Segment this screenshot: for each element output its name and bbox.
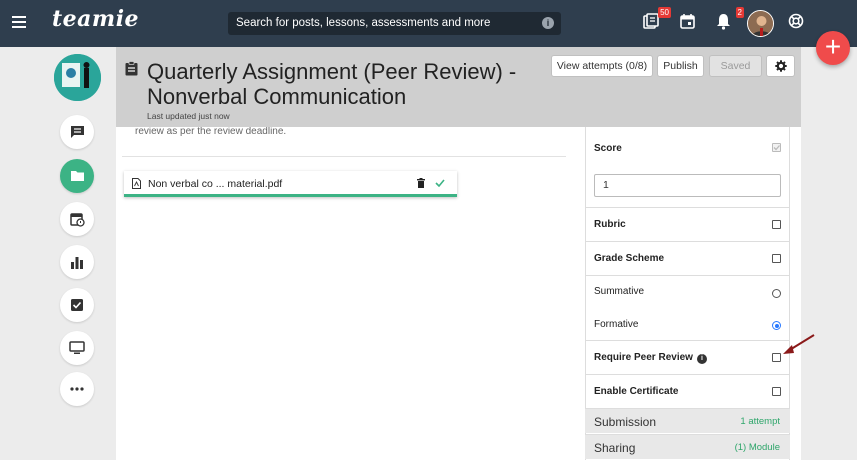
- rail-tasks-button[interactable]: [60, 288, 94, 322]
- more-icon: [70, 387, 84, 391]
- trash-icon[interactable]: [417, 178, 425, 188]
- sharing-section[interactable]: Sharing (1) Module: [585, 434, 790, 459]
- monitor-icon: [69, 341, 85, 354]
- schedule-icon: [69, 212, 85, 227]
- rubric-setting: Rubric: [585, 207, 790, 241]
- certificate-checkbox[interactable]: [772, 387, 781, 396]
- rail-materials-button[interactable]: [60, 159, 94, 193]
- grade-type-setting: Summative Formative: [585, 275, 790, 341]
- settings-button[interactable]: [766, 55, 795, 77]
- rail-analytics-button[interactable]: [60, 245, 94, 279]
- bell-icon[interactable]: 2: [716, 7, 744, 33]
- score-input[interactable]: 1: [594, 174, 781, 197]
- formative-radio[interactable]: [772, 321, 781, 330]
- rail-classroom-button[interactable]: [60, 331, 94, 365]
- search-placeholder: Search for posts, lessons, assessments a…: [236, 17, 491, 29]
- page-title: Quarterly Assignment (Peer Review) - Non…: [147, 59, 517, 109]
- info-icon[interactable]: i: [696, 354, 707, 364]
- assessment-description: review as per the review deadline.: [135, 126, 287, 137]
- check-icon: [435, 179, 445, 187]
- rail-more-button[interactable]: [60, 372, 94, 406]
- top-navigation-bar: teamie Search for posts, lessons, assess…: [0, 0, 857, 47]
- gear-icon: [774, 60, 787, 72]
- rubric-label: Rubric: [594, 219, 626, 230]
- info-icon[interactable]: i: [542, 17, 554, 29]
- summative-radio[interactable]: [772, 289, 781, 298]
- certificate-setting: Enable Certificate: [585, 374, 790, 408]
- attachment-card[interactable]: Non verbal co ... material.pdf: [124, 171, 457, 197]
- grade-scheme-setting: Grade Scheme: [585, 241, 790, 275]
- course-avatar[interactable]: [54, 54, 101, 101]
- certificate-label: Enable Certificate: [594, 386, 679, 397]
- last-updated-text: Last updated just now: [147, 111, 230, 121]
- assignment-icon: [125, 61, 138, 76]
- score-setting: Score: [585, 130, 790, 210]
- posts-badge: 50: [658, 7, 671, 18]
- view-attempts-button[interactable]: View attempts (0/8): [551, 55, 653, 77]
- peer-review-label: Require Peer Review i: [594, 352, 707, 364]
- annotation-arrow: [783, 334, 815, 354]
- folder-icon: [70, 171, 84, 181]
- publish-button[interactable]: Publish: [657, 55, 704, 77]
- summative-label: Summative: [594, 286, 645, 297]
- create-fab-button[interactable]: +: [816, 31, 850, 65]
- grade-scheme-label: Grade Scheme: [594, 253, 665, 264]
- notifications-badge: 2: [735, 7, 744, 18]
- pdf-file-icon: [132, 178, 141, 189]
- rail-posts-button[interactable]: [60, 115, 94, 149]
- sharing-label: Sharing: [594, 441, 636, 455]
- assessment-header: Quarterly Assignment (Peer Review) - Non…: [116, 47, 801, 127]
- search-input[interactable]: Search for posts, lessons, assessments a…: [228, 12, 561, 35]
- app-logo[interactable]: teamie: [52, 6, 139, 32]
- rail-calendar-button[interactable]: [60, 202, 94, 236]
- calendar-icon[interactable]: [680, 13, 700, 33]
- saved-button: Saved: [709, 55, 762, 77]
- submission-value: 1 attempt: [740, 416, 780, 427]
- score-checkbox[interactable]: [772, 143, 781, 152]
- checkbox-icon: [71, 299, 83, 311]
- attachment-file-name: Non verbal co ... material.pdf: [148, 178, 283, 190]
- divider: [122, 156, 566, 157]
- comment-icon: [70, 126, 84, 138]
- score-label: Score: [594, 143, 622, 154]
- posts-icon[interactable]: 50: [643, 7, 671, 33]
- peer-review-setting: Require Peer Review i: [585, 340, 790, 374]
- grade-scheme-checkbox[interactable]: [772, 254, 781, 263]
- user-avatar[interactable]: [747, 10, 774, 37]
- bar-chart-icon: [71, 256, 83, 269]
- help-icon[interactable]: [788, 13, 808, 33]
- submission-label: Submission: [594, 415, 657, 429]
- formative-label: Formative: [594, 319, 639, 330]
- menu-icon[interactable]: [12, 16, 26, 28]
- sharing-value: (1) Module: [734, 442, 780, 453]
- submission-section[interactable]: Submission 1 attempt: [585, 408, 790, 433]
- rubric-checkbox[interactable]: [772, 220, 781, 229]
